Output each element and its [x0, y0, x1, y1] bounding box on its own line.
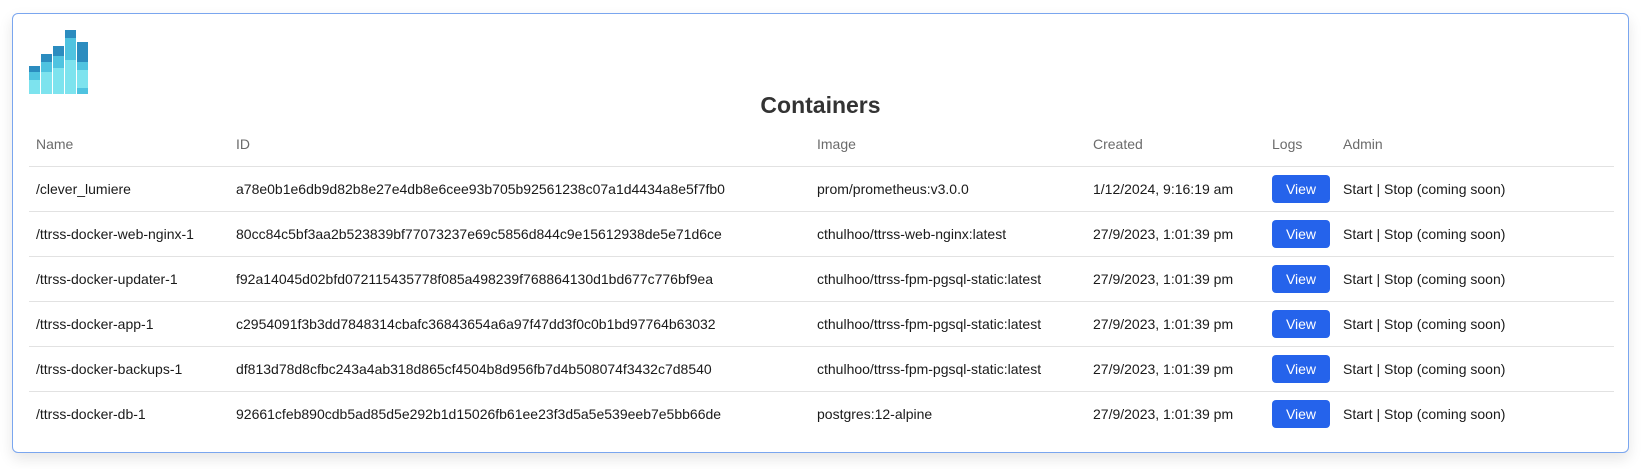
container-image: cthulhoo/ttrss-fpm-pgsql-static:latest	[810, 346, 1086, 392]
container-image: cthulhoo/ttrss-fpm-pgsql-static:latest	[810, 301, 1086, 347]
container-id: df813d78d8cfbc243a4ab318d865cf4504b8d956…	[229, 346, 810, 392]
container-id: c2954091f3b3dd7848314cbafc36843654a6a97f…	[229, 301, 810, 347]
container-admin-cell: Start | Stop (coming soon)	[1336, 346, 1614, 392]
stop-link[interactable]: Stop (coming soon)	[1384, 226, 1505, 242]
containers-table: Name ID Image Created Logs Admin /clever…	[29, 122, 1614, 436]
container-id: 80cc84c5bf3aa2b523839bf77073237e69c5856d…	[229, 211, 810, 257]
admin-separator: |	[1372, 361, 1384, 377]
container-id: 92661cfeb890cdb5ad85d5e292b1d15026fb61ee…	[236, 406, 722, 422]
admin-separator: |	[1372, 181, 1384, 197]
container-admin-cell: Start | Stop (coming soon)	[1336, 256, 1614, 302]
container-logs-cell: View	[1265, 392, 1336, 437]
start-link[interactable]: Start	[1343, 316, 1373, 332]
column-header-created: Created	[1086, 122, 1265, 167]
container-created: 27/9/2023, 1:01:39 pm	[1086, 256, 1265, 302]
container-image: prom/prometheus:v3.0.0	[810, 166, 1086, 212]
table-row: /ttrss-docker-updater-1 f92a14045d02bfd0…	[29, 256, 1614, 302]
table-header-row: Name ID Image Created Logs Admin	[29, 122, 1614, 167]
container-image: cthulhoo/ttrss-web-nginx:latest	[810, 211, 1086, 257]
column-header-logs: Logs	[1265, 122, 1336, 167]
table-row: /ttrss-docker-app-1 c2954091f3b3dd784831…	[29, 301, 1614, 347]
bar-chart-logo-icon	[29, 30, 88, 94]
container-created: 1/12/2024, 9:16:19 am	[1086, 166, 1265, 212]
container-name: /ttrss-docker-db-1	[36, 406, 146, 422]
container-admin-cell: Start | Stop (coming soon)	[1336, 211, 1614, 257]
container-name: /clever_lumiere	[29, 166, 229, 212]
table-row: /clever_lumiere a78e0b1e6db9d82b8e27e4db…	[29, 166, 1614, 212]
view-logs-button[interactable]: View	[1272, 355, 1330, 383]
start-link[interactable]: Start	[1343, 361, 1373, 377]
table-row: /ttrss-docker-db-1 92661cfeb890cdb5ad85d…	[29, 392, 1614, 437]
admin-separator: |	[1372, 226, 1384, 242]
stop-link[interactable]: Stop (coming soon)	[1384, 316, 1505, 332]
container-id: f92a14045d02bfd072115435778f085a498239f7…	[229, 256, 810, 302]
stop-link[interactable]: Stop (coming soon)	[1384, 406, 1505, 422]
view-logs-button[interactable]: View	[1272, 265, 1330, 293]
container-id: a78e0b1e6db9d82b8e27e4db8e6cee93b705b925…	[229, 166, 810, 212]
container-image: cthulhoo/ttrss-fpm-pgsql-static:latest	[810, 256, 1086, 302]
admin-separator: |	[1372, 316, 1384, 332]
view-logs-button[interactable]: View	[1272, 310, 1330, 338]
column-header-image: Image	[810, 122, 1086, 167]
container-created: 27/9/2023, 1:01:39 pm	[1086, 211, 1265, 257]
page-title: Containers	[760, 92, 881, 118]
container-logs-cell: View	[1265, 166, 1336, 212]
admin-separator: |	[1372, 271, 1384, 287]
container-admin-cell: Start | Stop (coming soon)	[1336, 166, 1614, 212]
start-link[interactable]: Start	[1343, 226, 1373, 242]
container-name: /ttrss-docker-updater-1	[29, 256, 229, 302]
container-name: /ttrss-docker-backups-1	[29, 346, 229, 392]
start-link[interactable]: Start	[1343, 181, 1373, 197]
container-name: /ttrss-docker-app-1	[29, 301, 229, 347]
container-created: 27/9/2023, 1:01:39 pm	[1093, 406, 1234, 422]
table-row: /ttrss-docker-backups-1 df813d78d8cfbc24…	[29, 346, 1614, 392]
container-created: 27/9/2023, 1:01:39 pm	[1086, 301, 1265, 347]
container-logs-cell: View	[1265, 256, 1336, 302]
container-logs-cell: View	[1265, 346, 1336, 392]
start-link[interactable]: Start	[1343, 271, 1373, 287]
container-name: /ttrss-docker-web-nginx-1	[29, 211, 229, 257]
admin-separator: |	[1372, 406, 1384, 422]
view-logs-button[interactable]: View	[1272, 400, 1330, 428]
stop-link[interactable]: Stop (coming soon)	[1384, 181, 1505, 197]
container-logs-cell: View	[1265, 301, 1336, 347]
container-admin-cell: Start | Stop (coming soon)	[1336, 392, 1614, 437]
stop-link[interactable]: Stop (coming soon)	[1384, 361, 1505, 377]
view-logs-button[interactable]: View	[1272, 175, 1330, 203]
view-logs-button[interactable]: View	[1272, 220, 1330, 248]
stop-link[interactable]: Stop (coming soon)	[1384, 271, 1505, 287]
column-header-id: ID	[229, 122, 810, 167]
container-admin-cell: Start | Stop (coming soon)	[1336, 301, 1614, 347]
table-row: /ttrss-docker-web-nginx-1 80cc84c5bf3aa2…	[29, 211, 1614, 257]
container-image: postgres:12-alpine	[817, 406, 933, 422]
containers-card: Containers Name ID Image Created Logs Ad…	[12, 13, 1629, 453]
container-logs-cell: View	[1265, 211, 1336, 257]
container-created: 27/9/2023, 1:01:39 pm	[1086, 346, 1265, 392]
column-header-admin: Admin	[1336, 122, 1614, 167]
start-link[interactable]: Start	[1343, 406, 1373, 422]
column-header-name: Name	[29, 122, 229, 167]
